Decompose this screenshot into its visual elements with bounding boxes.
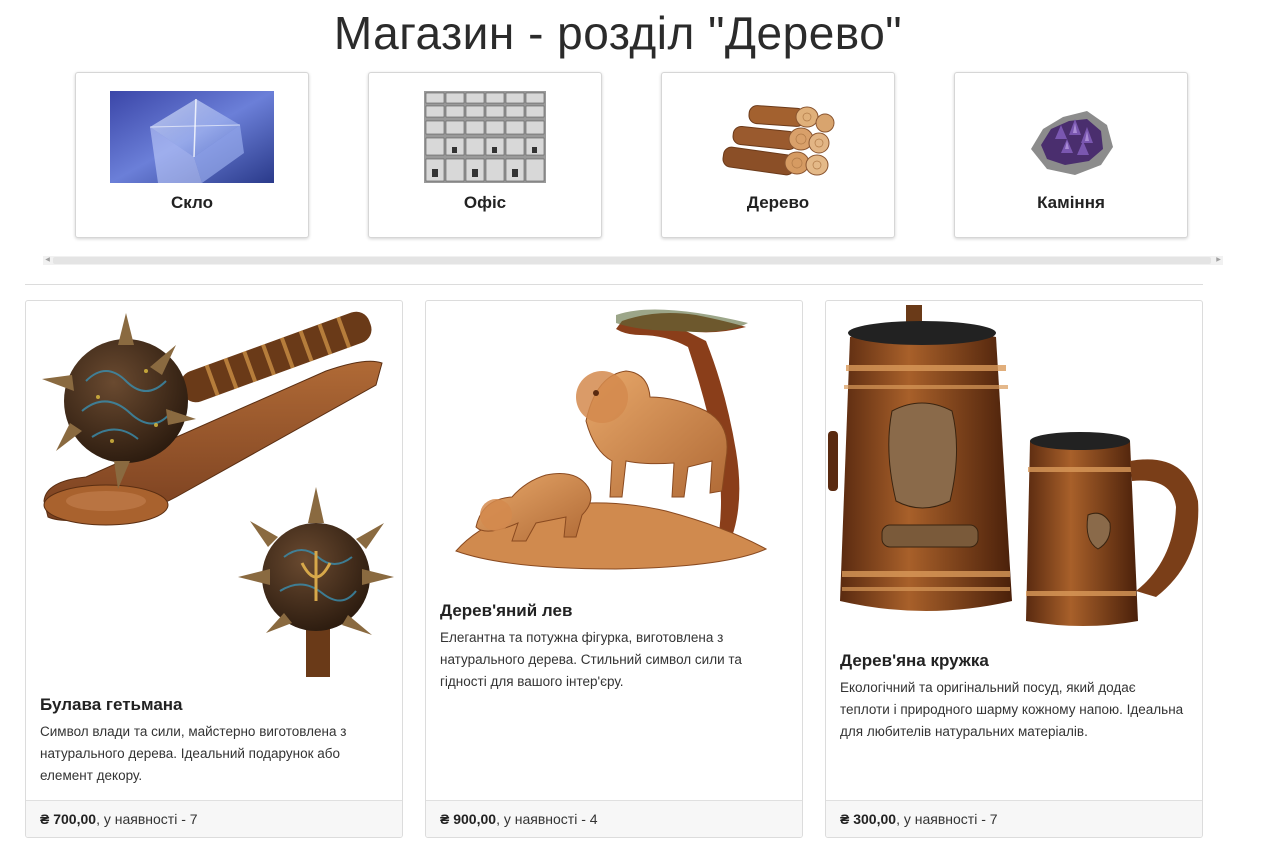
product-stock: , у наявності - 4 <box>496 811 598 827</box>
product-card-mace[interactable]: Булава гетьмана Символ влади та сили, ма… <box>25 300 403 838</box>
category-card-glass[interactable]: Скло <box>75 72 309 238</box>
shop-page: Магазин - розділ "Дерево" Скло Офіс Дере… <box>0 0 1280 848</box>
office-cubicles-image <box>424 91 546 183</box>
scroll-right-icon[interactable]: ▶ <box>1214 256 1223 265</box>
product-price: ₴ 900,00 <box>440 811 497 827</box>
scrollbar-thumb[interactable] <box>53 257 1211 264</box>
product-description: Символ влади та сили, майстерно виготовл… <box>40 724 347 783</box>
product-card-mugs[interactable]: Дерев'яна кружка Екологічний та оригінал… <box>825 300 1203 838</box>
scroll-left-icon[interactable]: ◀ <box>43 256 52 265</box>
wooden-mugs-image <box>828 305 1199 626</box>
category-label: Офіс <box>463 193 507 212</box>
product-stock: , у наявності - 7 <box>96 811 198 827</box>
category-label: Каміння <box>1037 193 1105 212</box>
category-card-office[interactable]: Офіс <box>368 72 602 238</box>
product-card-lion[interactable]: Дерев'яний лев Елегантна та потужна фігу… <box>425 300 803 838</box>
product-price: ₴ 700,00 <box>40 811 97 827</box>
product-price: ₴ 300,00 <box>840 811 897 827</box>
page-title: Магазин - розділ "Дерево" <box>333 6 903 59</box>
category-strip: Скло Офіс Дерево Каміння ◀ ▶ <box>43 70 1223 266</box>
product-footer: ₴ 700,00, у наявності - 7 <box>26 800 402 837</box>
product-name[interactable]: Дерев'яний лев <box>440 601 788 621</box>
product-footer: ₴ 900,00, у наявності - 4 <box>426 800 802 837</box>
category-label: Дерево <box>746 193 810 212</box>
product-name[interactable]: Дерев'яна кружка <box>840 651 1188 671</box>
category-scrollbar[interactable]: ◀ ▶ <box>43 256 1223 265</box>
category-label: Скло <box>171 193 213 212</box>
product-footer: ₴ 300,00, у наявності - 7 <box>826 800 1202 837</box>
category-card-stones[interactable]: Каміння <box>954 72 1188 238</box>
wooden-lion-image <box>455 309 768 570</box>
section-divider <box>25 284 1203 285</box>
product-stock: , у наявності - 7 <box>896 811 998 827</box>
category-card-wood[interactable]: Дерево <box>661 72 895 238</box>
product-name[interactable]: Булава гетьмана <box>40 695 388 715</box>
product-description: Елегантна та потужна фігурка, виготовлен… <box>440 630 742 689</box>
firewood-image <box>722 105 835 176</box>
mace-image <box>42 311 394 677</box>
glass-cube-image <box>110 91 274 183</box>
amethyst-image <box>1031 111 1113 175</box>
product-description: Екологічний та оригінальний посуд, який … <box>840 680 1184 739</box>
